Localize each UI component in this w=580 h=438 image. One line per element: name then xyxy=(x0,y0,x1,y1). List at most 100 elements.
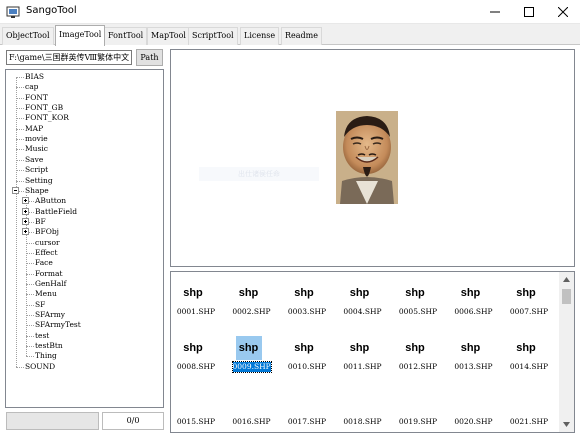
tree-item-font_kor[interactable]: FONT_KOR xyxy=(6,113,163,123)
tree-item-label: Save xyxy=(25,154,44,164)
file-item[interactable]: shp 0006.SHP xyxy=(449,278,499,320)
tree-branch-line xyxy=(16,170,24,172)
file-item[interactable]: shp 0007.SHP xyxy=(504,278,554,320)
file-item[interactable]: 0021.SHP xyxy=(504,388,554,430)
file-item[interactable]: 0017.SHP xyxy=(282,388,332,430)
minimize-button[interactable] xyxy=(478,0,512,24)
tree-item-abutton[interactable]: AButton xyxy=(6,196,163,206)
tree-branch-line xyxy=(26,294,34,296)
tree-item-cap[interactable]: cap xyxy=(6,82,163,92)
tree-item-label: GenHalf xyxy=(35,279,67,288)
tab-objecttool[interactable]: ObjectTool xyxy=(2,27,54,45)
file-item[interactable]: shp 0004.SHP xyxy=(338,278,388,320)
tree-item-effect[interactable]: Effect xyxy=(6,248,163,258)
file-item[interactable]: shp 0010.SHP xyxy=(282,333,332,375)
tree-branch-line xyxy=(26,346,34,348)
file-name: 0003.SHP xyxy=(287,307,327,316)
file-item[interactable]: 0016.SHP xyxy=(227,388,277,430)
tree-item-sf[interactable]: SF xyxy=(6,300,163,310)
file-name: 0016.SHP xyxy=(232,417,271,426)
close-button[interactable] xyxy=(546,0,580,24)
file-item[interactable]: shp 0012.SHP xyxy=(393,333,443,375)
tree-item-menu[interactable]: Menu xyxy=(6,289,163,299)
tree-item-label: SFArmyTest xyxy=(35,320,81,330)
tree-item-save[interactable]: Save xyxy=(6,154,163,165)
tab-maptool[interactable]: MapTool xyxy=(147,27,190,45)
file-item[interactable]: shp 0005.SHP xyxy=(393,278,443,320)
tree-item-label: SFArmy xyxy=(35,310,66,320)
shp-file-icon xyxy=(180,391,206,415)
tab-imagetool[interactable]: ImageTool xyxy=(55,25,106,46)
file-item[interactable]: shp 0003.SHP xyxy=(282,278,332,320)
tree-item-sfarmytest[interactable]: SFArmyTest xyxy=(6,320,163,330)
tree-branch-line xyxy=(16,149,24,151)
scroll-up-icon[interactable] xyxy=(563,277,570,282)
tree-item-sound[interactable]: SOUND xyxy=(6,362,163,372)
file-item[interactable]: 0019.SHP xyxy=(393,388,443,430)
vertical-scrollbar[interactable] xyxy=(559,272,574,432)
file-item[interactable]: 0015.SHP xyxy=(171,388,221,430)
tree-item-shape[interactable]: Shape xyxy=(6,186,163,196)
tree-branch-line xyxy=(16,77,24,78)
expand-icon[interactable] xyxy=(22,197,29,205)
tree-item-bf[interactable]: BF xyxy=(6,217,163,227)
file-item[interactable]: shp 0009.SHP xyxy=(227,333,277,375)
scroll-down-icon[interactable] xyxy=(563,422,570,427)
tree-item-label: cap xyxy=(25,82,39,92)
tree-item-setting[interactable]: Setting xyxy=(6,176,163,186)
path-button[interactable]: Path xyxy=(136,49,163,66)
preview-faint-text: 出仕诸侯任命 xyxy=(199,167,319,181)
tree-item-genhalf[interactable]: GenHalf xyxy=(6,279,163,289)
tree-branch-line xyxy=(26,304,34,306)
scroll-thumb[interactable] xyxy=(562,289,571,304)
file-item[interactable]: shp 0002.SHP xyxy=(227,278,277,320)
tree-item-map[interactable]: MAP xyxy=(6,124,163,134)
expand-icon[interactable] xyxy=(22,228,29,236)
tree-item-font[interactable]: FONT xyxy=(6,93,163,103)
tree-item-bfobj[interactable]: BFObj xyxy=(6,227,163,237)
tree-item-music[interactable]: Music xyxy=(6,144,163,154)
tab-fonttool[interactable]: FontTool xyxy=(104,27,148,45)
tree-item-face[interactable]: Face xyxy=(6,258,163,268)
tree-item-font_gb[interactable]: FONT_GB xyxy=(6,103,163,113)
game-path-input[interactable]: F:\game\三国群英传Ⅷ繁体中文 xyxy=(6,50,132,65)
tree-item-script[interactable]: Script xyxy=(6,165,163,175)
expand-icon[interactable] xyxy=(22,217,29,225)
tree-item-thing[interactable]: Thing xyxy=(6,351,163,361)
shp-file-icon xyxy=(402,391,428,415)
file-item[interactable]: 0020.SHP xyxy=(449,388,499,430)
file-item[interactable]: 0018.SHP xyxy=(338,388,388,430)
tab-license[interactable]: License xyxy=(240,27,280,45)
tab-scripttool[interactable]: ScriptTool xyxy=(188,27,238,45)
file-item[interactable]: shp 0011.SHP xyxy=(338,333,388,375)
tree-item-testbtn[interactable]: testBtn xyxy=(6,341,163,351)
tree-item-label: testBtn xyxy=(35,341,63,351)
tree-item-test[interactable]: test xyxy=(6,331,163,341)
tab-strip: ObjectTool ImageTool FontTool MapTool Sc… xyxy=(0,24,580,46)
maximize-button[interactable] xyxy=(512,0,546,24)
tree-item-movie[interactable]: movie xyxy=(6,134,163,144)
shp-file-icon: shp xyxy=(460,342,481,354)
title-bar[interactable]: SangoTool xyxy=(0,0,580,24)
file-item[interactable]: shp 0008.SHP xyxy=(171,333,221,375)
minimize-icon xyxy=(490,11,500,13)
expand-icon[interactable] xyxy=(22,207,29,215)
file-list[interactable]: 0021.SHP 0020.SHP 0019.SHP 0018.SHP 0017.SHP… xyxy=(170,271,575,433)
tree-item-bias[interactable]: BIAS xyxy=(6,72,163,82)
shp-file-icon: shp xyxy=(516,287,536,299)
tree-item-sfarmy[interactable]: SFArmy xyxy=(6,310,163,320)
file-name: 0013.SHP xyxy=(454,362,493,371)
shp-file-icon: shp xyxy=(183,287,203,299)
tree-item-format[interactable]: Format xyxy=(6,269,163,279)
file-item[interactable]: shp 0013.SHP xyxy=(449,333,499,375)
tree-item-label: FONT_GB xyxy=(25,103,64,113)
folder-tree[interactable]: BIAS cap FONT FONT_GB FONT_KOR MAP movie Music S… xyxy=(5,69,164,408)
file-name: 0009.SHP xyxy=(231,361,272,373)
collapse-icon[interactable] xyxy=(12,186,19,194)
tree-item-cursor[interactable]: cursor xyxy=(6,238,163,248)
file-item[interactable]: shp 0014.SHP xyxy=(504,333,554,375)
shp-file-icon: shp xyxy=(294,342,314,354)
tab-readme[interactable]: Readme xyxy=(281,27,322,45)
file-item[interactable]: shp 0001.SHP xyxy=(171,278,221,320)
tree-item-battlefield[interactable]: BattleField xyxy=(6,207,163,217)
